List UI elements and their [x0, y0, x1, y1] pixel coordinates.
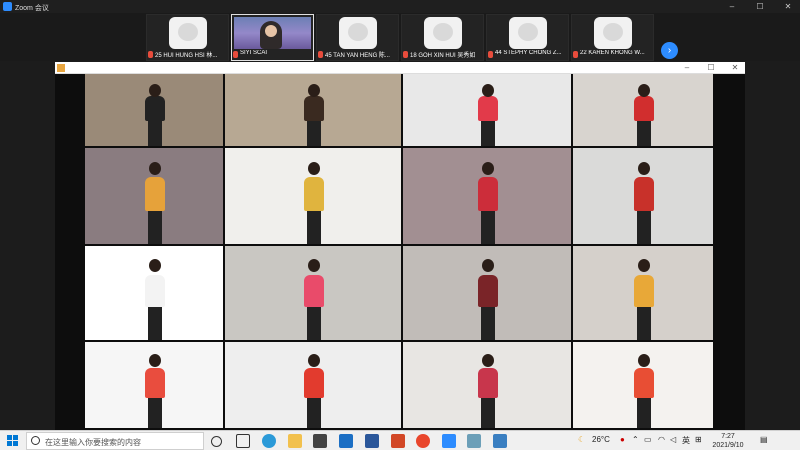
search-placeholder: 在这里输入你要搜索的内容: [45, 438, 141, 447]
avatar-sticker: [424, 17, 462, 49]
taskbar-search[interactable]: 在这里输入你要搜索的内容: [26, 432, 204, 450]
clock-time: 7:27: [721, 433, 735, 440]
app-icon[interactable]: [467, 434, 481, 448]
participant-video: [85, 148, 223, 244]
participant-video: [573, 246, 713, 340]
file-explorer-icon[interactable]: [288, 434, 302, 448]
participant-video: [85, 74, 223, 146]
participant-tile[interactable]: 22 KAREN KHONG W...: [571, 14, 654, 61]
participant-tile[interactable]: 44 STEPHY CHONG Z...: [486, 14, 569, 61]
participant-video: [573, 342, 713, 428]
store-icon[interactable]: [313, 434, 327, 448]
avatar-sticker: [339, 17, 377, 49]
search-icon: [31, 436, 40, 445]
participant-video: [403, 148, 571, 244]
window-title: Zoom 会议: [15, 5, 49, 12]
task-view-icon[interactable]: [236, 434, 250, 448]
shared-screen: [55, 74, 745, 430]
participant-video: [225, 342, 401, 428]
photos-icon[interactable]: [493, 434, 507, 448]
ime-icon[interactable]: ⊞: [695, 435, 702, 444]
participant-tile[interactable]: 45 TAN YAN HENG 陈...: [316, 14, 399, 61]
participant-video: [573, 148, 713, 244]
show-hidden-icons-icon[interactable]: ⌃: [632, 435, 639, 444]
weather-icon: ☾: [578, 435, 586, 444]
notification-icon[interactable]: ▤: [760, 435, 768, 444]
edge-icon[interactable]: [262, 434, 276, 448]
clock-date: 2021/9/10: [712, 442, 744, 449]
participant-tile[interactable]: SIYI SCAI: [231, 14, 314, 61]
zoom-logo-icon: [3, 2, 12, 11]
participant-video: [403, 246, 571, 340]
mic-muted-icon: [573, 51, 578, 58]
participant-video: [403, 74, 571, 146]
avatar-sticker: [509, 17, 547, 49]
participant-name: SIYI SCAI: [240, 50, 268, 56]
taskbar-clock[interactable]: 7:27 2021/9/10: [708, 432, 748, 450]
mic-muted-icon: [488, 51, 493, 58]
windows-taskbar: 在这里输入你要搜索的内容 ☾ 26°C ● ⌃ ▭ ◠ ◁ 英 ⊞ 7:27 2…: [0, 430, 800, 450]
share-minimize-button[interactable]: –: [677, 62, 697, 74]
word-icon[interactable]: [365, 434, 379, 448]
participant-tile[interactable]: 18 GOH XIN HUI 吴秀如: [401, 14, 484, 61]
participant-tile[interactable]: 25 HUI HUNG HSI 林...: [146, 14, 229, 61]
minimize-button[interactable]: –: [722, 1, 742, 12]
chrome-icon[interactable]: [416, 434, 430, 448]
dance-video-grid: [85, 74, 715, 430]
network-icon[interactable]: ◠: [658, 435, 665, 444]
cortana-icon[interactable]: [211, 436, 222, 447]
weather-temp[interactable]: 26°C: [592, 435, 610, 444]
participant-name: 22 KAREN KHONG W...: [580, 50, 645, 56]
participant-video: [225, 74, 401, 146]
zoom-taskbar-icon[interactable]: [442, 434, 456, 448]
shared-window-titlebar: – ☐ ✕: [55, 62, 745, 74]
avatar-sticker: [169, 17, 207, 49]
volume-icon[interactable]: ◁: [670, 435, 676, 444]
participant-name: 44 STEPHY CHONG Z...: [495, 50, 562, 56]
zoom-title-bar: Zoom 会议 – ☐ ✕: [0, 0, 800, 13]
mic-muted-icon: [233, 51, 238, 58]
participant-video: [85, 342, 223, 428]
share-close-button[interactable]: ✕: [725, 62, 745, 74]
tray-app-icon[interactable]: ●: [620, 435, 625, 444]
battery-icon[interactable]: ▭: [644, 435, 652, 444]
participant-video: [225, 148, 401, 244]
share-maximize-button[interactable]: ☐: [701, 62, 721, 74]
input-language[interactable]: 英: [682, 435, 690, 446]
next-page-button[interactable]: ›: [661, 42, 678, 59]
mic-muted-icon: [148, 51, 153, 58]
mic-muted-icon: [318, 51, 323, 58]
participant-video: [573, 74, 713, 146]
windows-start-icon[interactable]: [7, 435, 19, 447]
powerpoint-icon[interactable]: [391, 434, 405, 448]
maximize-button[interactable]: ☐: [750, 1, 770, 12]
participant-name: 25 HUI HUNG HSI 林...: [155, 53, 218, 58]
participant-strip: 25 HUI HUNG HSI 林... SIYI SCAI 45 TAN YA…: [0, 13, 800, 61]
mail-icon[interactable]: [339, 434, 353, 448]
participant-name: 45 TAN YAN HENG 陈...: [325, 53, 390, 58]
app-icon: [57, 64, 65, 72]
participant-video: [403, 342, 571, 428]
avatar-sticker: [594, 17, 632, 49]
participant-name: 18 GOH XIN HUI 吴秀如: [410, 53, 476, 58]
participant-video: [85, 246, 223, 340]
participant-video: [225, 246, 401, 340]
mic-muted-icon: [403, 51, 408, 58]
close-button[interactable]: ✕: [778, 1, 798, 12]
